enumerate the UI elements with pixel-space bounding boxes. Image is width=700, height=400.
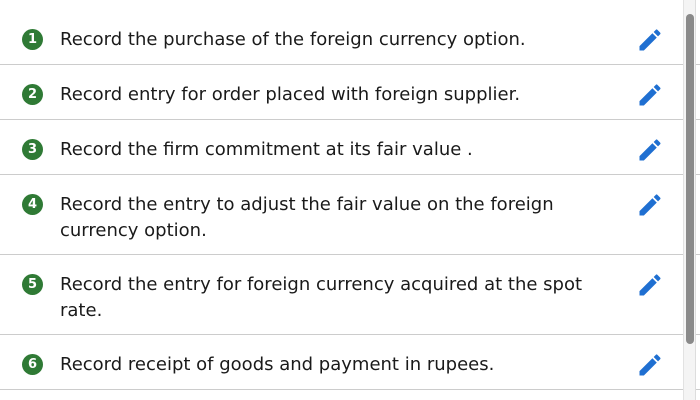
step-number-badge: 6 [22, 354, 43, 375]
list-item-4[interactable]: 4 Record the entry to adjust the fair va… [0, 175, 683, 255]
pencil-icon[interactable] [636, 136, 664, 164]
list-item-1[interactable]: 1 Record the purchase of the foreign cur… [0, 10, 683, 65]
list-item-6[interactable]: 6 Record receipt of goods and payment in… [0, 335, 683, 390]
divider-tick [696, 64, 700, 65]
step-number-badge: 3 [22, 139, 43, 160]
divider-tick [696, 389, 700, 390]
list-item-3[interactable]: 3 Record the firm commitment at its fair… [0, 120, 683, 175]
list-item-2[interactable]: 2 Record entry for order placed with for… [0, 65, 683, 120]
step-description: Record entry for order placed with forei… [60, 84, 521, 105]
step-description: Record the purchase of the foreign curre… [60, 29, 526, 50]
step-description: Record the firm commitment at its fair v… [60, 139, 473, 160]
step-description: Record the entry to adjust the fair valu… [60, 194, 554, 241]
step-number-badge: 5 [22, 274, 43, 295]
step-number-badge: 1 [22, 29, 43, 50]
pencil-icon[interactable] [636, 191, 664, 219]
step-number-badge: 4 [22, 194, 43, 215]
list-item-5[interactable]: 5 Record the entry for foreign currency … [0, 255, 683, 335]
journal-entry-list-panel: 1 Record the purchase of the foreign cur… [0, 0, 700, 400]
step-description: Record the entry for foreign currency ac… [60, 274, 583, 321]
step-description: Record receipt of goods and payment in r… [60, 354, 495, 375]
step-number-badge: 2 [22, 84, 43, 105]
divider-tick [696, 254, 700, 255]
journal-entry-list: 1 Record the purchase of the foreign cur… [0, 10, 683, 390]
divider-tick [696, 119, 700, 120]
pencil-icon[interactable] [636, 271, 664, 299]
right-edge-divider [695, 0, 700, 400]
divider-tick [696, 334, 700, 335]
divider-tick [696, 174, 700, 175]
pencil-icon[interactable] [636, 81, 664, 109]
pencil-icon[interactable] [636, 351, 664, 379]
pencil-icon[interactable] [636, 26, 664, 54]
vertical-scrollbar[interactable] [683, 0, 695, 400]
scrollbar-thumb[interactable] [686, 14, 694, 344]
